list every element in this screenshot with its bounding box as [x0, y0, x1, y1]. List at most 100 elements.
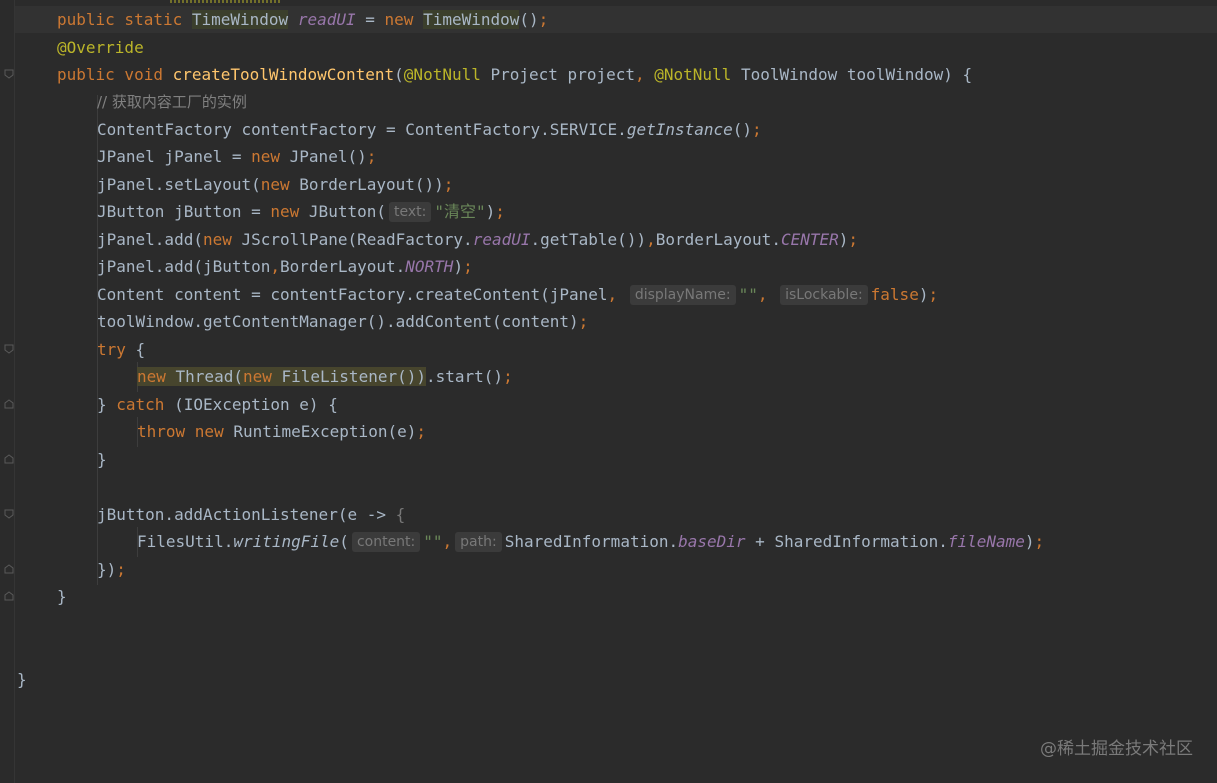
- token: ;: [116, 560, 126, 579]
- token: BorderLayout()): [299, 175, 444, 194]
- token: writingFile: [233, 532, 340, 551]
- token: public void: [57, 65, 173, 84]
- token: ,: [757, 285, 768, 304]
- token: ;: [463, 257, 473, 276]
- fold-marker-icon[interactable]: [4, 591, 14, 601]
- token: ;: [578, 312, 589, 331]
- token: =: [355, 10, 385, 29]
- code-line: public void createToolWindowContent(@Not…: [15, 61, 1217, 88]
- token: new: [384, 10, 424, 29]
- token: readUI: [297, 10, 356, 29]
- token: jPanel.add(: [97, 230, 203, 249]
- token: + SharedInformation.: [745, 532, 948, 551]
- token: JPanel(): [289, 147, 367, 166]
- code-line: } catch (IOException e) {: [15, 391, 1217, 418]
- token: getInstance: [626, 120, 733, 139]
- token: BorderLayout.: [280, 257, 406, 276]
- token: new: [270, 202, 309, 221]
- token: RuntimeException(e): [233, 422, 417, 441]
- token: ;: [538, 10, 549, 29]
- code-line: ContentFactory contentFactory = ContentF…: [15, 116, 1217, 143]
- fold-marker-icon[interactable]: [4, 399, 14, 409]
- token: public static: [57, 10, 192, 29]
- code-line: new Thread(new FileListener()).start();: [15, 363, 1217, 390]
- token: }: [57, 587, 67, 606]
- token: SharedInformation.: [504, 532, 679, 551]
- parameter-hint: isLockable:: [780, 285, 868, 305]
- token: JPanel jPanel =: [97, 147, 252, 166]
- token: }: [17, 670, 27, 689]
- token: toolWindow.getContentManager().addConten…: [97, 312, 579, 331]
- token: jPanel.add(jButton: [97, 257, 271, 276]
- token: JButton jButton =: [97, 202, 271, 221]
- fold-marker-icon[interactable]: [4, 69, 14, 79]
- fold-marker-icon[interactable]: [4, 564, 14, 574]
- token: "清空": [434, 202, 486, 221]
- code-line: JPanel jPanel = new JPanel();: [15, 143, 1217, 170]
- code-line: jPanel.setLayout(new BorderLayout());: [15, 171, 1217, 198]
- parameter-hint: path:: [455, 532, 502, 552]
- token: TimeWindow: [191, 10, 289, 29]
- token: JButton(: [308, 202, 386, 221]
- token: jPanel.setLayout(: [97, 175, 261, 194]
- token: ;: [848, 230, 859, 249]
- token: new: [260, 175, 300, 194]
- token: (: [394, 65, 404, 84]
- token: FileListener()): [281, 367, 427, 386]
- token: ;: [495, 202, 505, 221]
- token: ;: [1034, 532, 1045, 551]
- code-line: }: [15, 583, 1217, 610]
- token: .start(): [426, 367, 504, 386]
- token: throw: [137, 422, 195, 441]
- token: @Override: [57, 38, 144, 57]
- token: FilesUtil.: [137, 532, 234, 551]
- code-line: jPanel.add(new JScrollPane(ReadFactory.r…: [15, 226, 1217, 253]
- code-line: });: [15, 556, 1217, 583]
- token: catch: [116, 395, 165, 414]
- code-editor[interactable]: public static TimeWindow readUI = new Ti…: [15, 0, 1217, 783]
- token: ;: [366, 147, 377, 166]
- token: ;: [416, 422, 426, 441]
- code-line: }: [15, 666, 1217, 693]
- token: ;: [443, 175, 454, 194]
- token: ,: [634, 65, 655, 84]
- token: ): [838, 230, 849, 249]
- token: (): [519, 10, 539, 29]
- code-line: // 获取内容工厂的实例: [15, 89, 1217, 116]
- token: ): [453, 257, 464, 276]
- token: ,: [646, 230, 656, 249]
- token: }): [97, 560, 117, 579]
- token: jButton.addActionListener(e ->: [97, 505, 396, 524]
- token: }: [97, 395, 117, 414]
- token: readUI: [472, 230, 531, 249]
- code-line: toolWindow.getContentManager().addConten…: [15, 308, 1217, 335]
- fold-marker-icon[interactable]: [4, 509, 14, 519]
- token: try: [97, 340, 126, 359]
- code-line: FilesUtil.writingFile(content: "", path: Sh…: [15, 528, 1217, 555]
- token: {: [125, 340, 146, 359]
- token: new: [202, 230, 242, 249]
- token: ;: [752, 120, 762, 139]
- token: Project project: [480, 65, 635, 84]
- token: ,: [270, 257, 281, 276]
- token: new: [194, 422, 234, 441]
- token: new: [251, 147, 290, 166]
- token: ,: [442, 532, 453, 551]
- code-line: Content content = contentFactory.createC…: [15, 281, 1217, 308]
- fold-marker-icon[interactable]: [4, 344, 14, 354]
- fold-marker-icon[interactable]: [4, 454, 14, 464]
- code-line: throw new RuntimeException(e);: [15, 418, 1217, 445]
- token: fileName: [947, 532, 1025, 551]
- token: .getTable()): [530, 230, 647, 249]
- code-line: public static TimeWindow readUI = new Ti…: [15, 6, 1217, 33]
- token: new: [137, 367, 176, 386]
- token: ,: [607, 285, 618, 304]
- code-line: jButton.addActionListener(e -> {: [15, 501, 1217, 528]
- token: }: [97, 450, 107, 469]
- token: @NotNull: [403, 65, 481, 84]
- token: createToolWindowContent: [172, 65, 395, 84]
- code-line: JButton jButton = new JButton(text: "清空")…: [15, 198, 1217, 225]
- code-line: }: [15, 446, 1217, 473]
- token: BorderLayout.: [655, 230, 781, 249]
- token: JScrollPane(ReadFactory.: [241, 230, 473, 249]
